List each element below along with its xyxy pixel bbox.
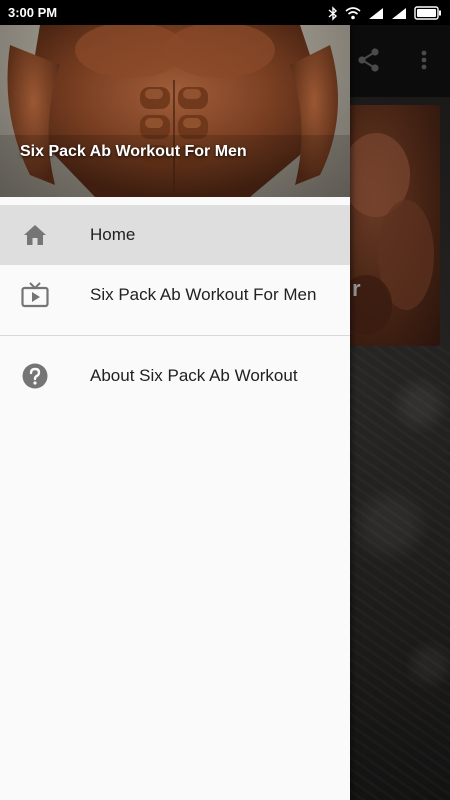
drawer-item-home[interactable]: Home [0,205,350,265]
drawer-item-six-pack-workout[interactable]: Six Pack Ab Workout For Men [0,265,350,325]
status-bar: 3:00 PM [0,0,450,25]
signal-icon [391,7,407,20]
drawer-item-about[interactable]: About Six Pack Ab Workout [0,346,350,406]
drawer-divider [0,335,350,336]
drawer-item-label: Six Pack Ab Workout For Men [90,285,317,304]
drawer-item-label: About Six Pack Ab Workout [90,366,298,385]
drawer-header: Six Pack Ab Workout For Men [0,25,350,197]
share-icon [355,46,383,74]
battery-icon [414,6,442,20]
navigation-drawer: Six Pack Ab Workout For Men Home Six Pac… [0,25,350,800]
signal-icon [368,7,384,20]
drawer-header-image [0,25,350,197]
more-vert-icon [414,46,434,74]
home-icon [20,220,50,250]
background-card-text: r [352,276,361,301]
drawer-header-title: Six Pack Ab Workout For Men [20,143,247,160]
status-icons [328,5,442,21]
drawer-menu: Home Six Pack Ab Workout For Men About S… [0,205,350,406]
bluetooth-icon [328,5,338,21]
tv-play-icon [20,280,50,310]
background-card-image [346,105,440,346]
drawer-item-label: Home [90,225,136,244]
help-icon [20,361,50,391]
status-time: 3:00 PM [8,5,58,20]
wifi-icon [345,6,361,20]
